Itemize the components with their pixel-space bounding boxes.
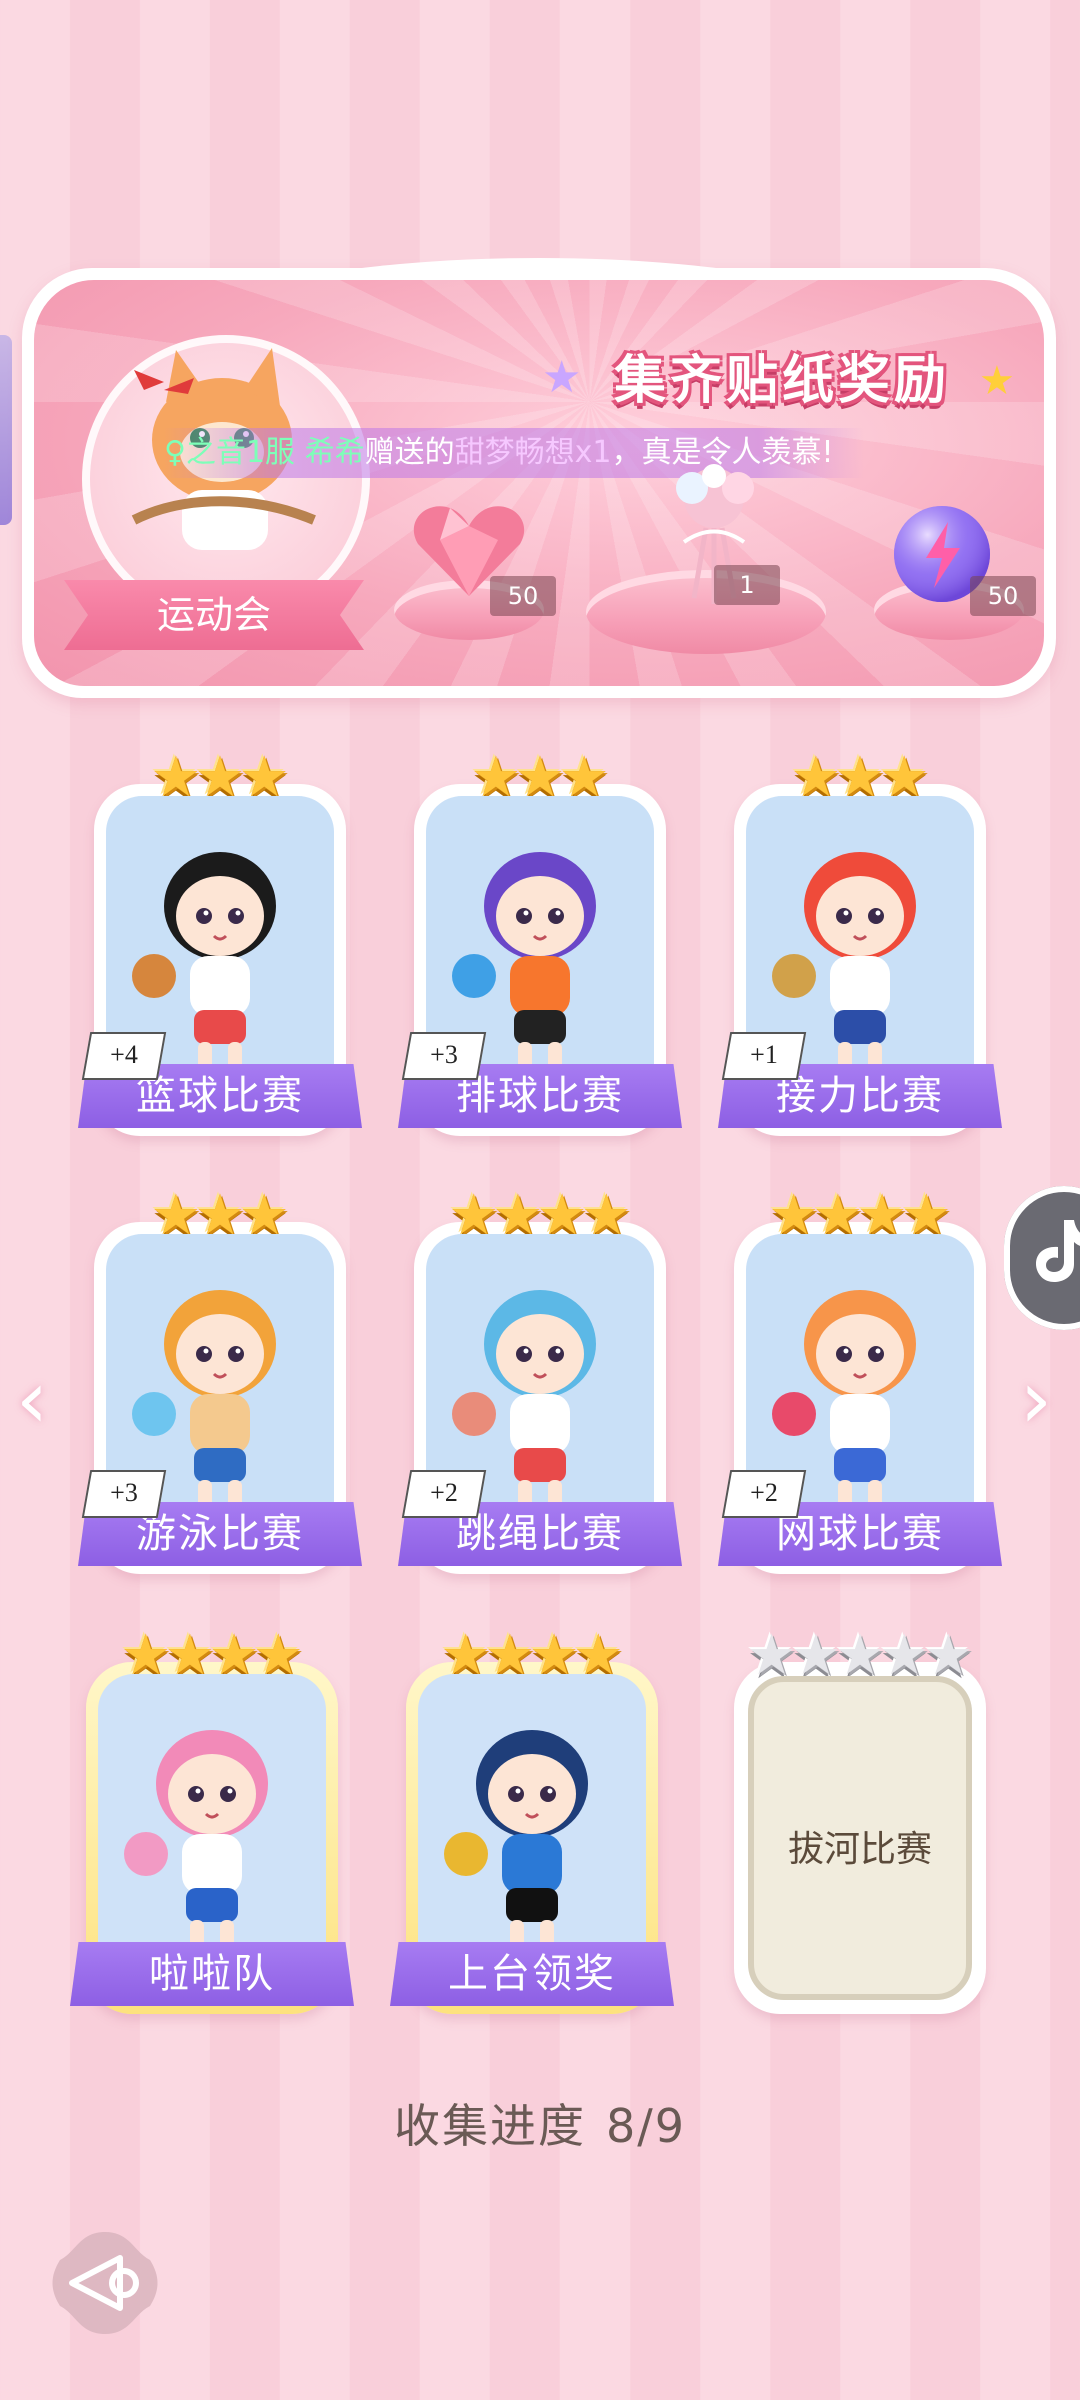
gold-star-icon: ★ bbox=[979, 358, 1015, 404]
bonus-badge: +4 bbox=[81, 1032, 167, 1080]
sticker-card[interactable]: ★★★★ 网球比赛 +2 bbox=[718, 1188, 1002, 1574]
sticker-card[interactable]: ★★★★ 上台领奖 bbox=[390, 1628, 674, 2014]
locked-sticker-card[interactable]: ★★★★★ 拔河比赛 bbox=[734, 1628, 986, 2014]
ticker-text: 赠送的 bbox=[364, 435, 455, 470]
bonus-badge: +2 bbox=[721, 1470, 807, 1518]
ticker-sender: ♀之音1服 希希 bbox=[164, 435, 365, 470]
sticker-art: 拔河比赛 bbox=[748, 1676, 972, 2000]
collect-progress: 收集进度 8/9 bbox=[0, 2090, 1080, 2156]
bonus-badge: +2 bbox=[401, 1470, 487, 1518]
bonus-badge: +1 bbox=[721, 1032, 807, 1080]
chevron-right-icon[interactable]: › bbox=[1020, 1360, 1052, 1440]
douyin-button[interactable] bbox=[1004, 1186, 1080, 1330]
progress-value: 8/9 bbox=[605, 2099, 687, 2153]
chevron-left-icon[interactable]: ‹ bbox=[16, 1360, 48, 1440]
sticker-card[interactable]: ★★★★ 跳绳比赛 +2 bbox=[398, 1188, 682, 1574]
bonus-badge: +3 bbox=[81, 1470, 167, 1518]
douyin-icon bbox=[1036, 1220, 1080, 1282]
sticker-card[interactable]: ★★★ 篮球比赛 +4 bbox=[78, 750, 362, 1136]
reward-count: 1 bbox=[714, 565, 780, 605]
card-label: 啦啦队 bbox=[70, 1942, 354, 2006]
reward-count: 50 bbox=[490, 576, 556, 616]
event-label: 运动会 bbox=[156, 593, 271, 637]
reward-banner: 集齐贴纸奖励 ★ ★ ♀之音1服 希希赠送的甜梦畅想x1，真是令人羡慕! 运动会… bbox=[22, 258, 1056, 698]
side-tab[interactable] bbox=[0, 335, 12, 525]
back-button[interactable] bbox=[50, 2228, 160, 2338]
sticker-card[interactable]: ★★★ 排球比赛 +3 bbox=[398, 750, 682, 1136]
progress-label: 收集进度 bbox=[393, 2099, 586, 2153]
locked-card-title: 拔河比赛 bbox=[787, 1829, 932, 1869]
reward-count: 50 bbox=[970, 576, 1036, 616]
card-label: 上台领奖 bbox=[390, 1942, 674, 2006]
ticker-item: 甜梦畅想x1 bbox=[454, 435, 612, 470]
banner-title: 集齐贴纸奖励 bbox=[614, 351, 951, 411]
bonus-badge: +3 bbox=[401, 1032, 487, 1080]
banner-panel: 集齐贴纸奖励 ★ ★ ♀之音1服 希希赠送的甜梦畅想x1，真是令人羡慕! 运动会… bbox=[34, 280, 1044, 686]
purple-star-icon: ★ bbox=[542, 352, 582, 403]
sticker-card[interactable]: ★★★ 游泳比赛 +3 bbox=[78, 1188, 362, 1574]
sticker-card[interactable]: ★★★ 接力比赛 +1 bbox=[718, 750, 1002, 1136]
sticker-card[interactable]: ★★★★ 啦啦队 bbox=[70, 1628, 354, 2014]
